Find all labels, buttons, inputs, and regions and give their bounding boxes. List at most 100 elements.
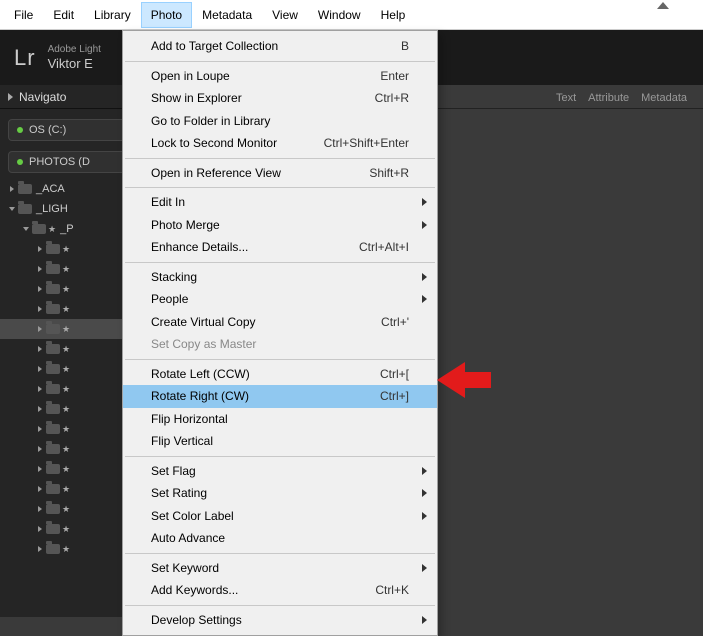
tree-row[interactable]: ★	[0, 399, 134, 419]
star-icon: ★	[62, 404, 70, 415]
drive-item[interactable]: PHOTOS (D	[8, 151, 126, 173]
tree-row[interactable]: ★	[0, 239, 134, 259]
disclosure-triangle-icon[interactable]	[38, 246, 42, 252]
folder-icon	[46, 424, 60, 434]
tree-row[interactable]: ★	[0, 459, 134, 479]
tree-row[interactable]: ★	[0, 519, 134, 539]
menu-edit[interactable]: Edit	[43, 2, 84, 28]
disclosure-triangle-icon[interactable]	[9, 207, 15, 211]
submenu-arrow-icon	[422, 221, 427, 229]
disclosure-triangle-icon[interactable]	[38, 326, 42, 332]
menu-item-edit-in[interactable]: Edit In	[123, 191, 437, 214]
menu-item-show-in-explorer[interactable]: Show in ExplorerCtrl+R	[123, 87, 437, 110]
menu-item-set-rating[interactable]: Set Rating	[123, 482, 437, 505]
menu-item-flip-vertical[interactable]: Flip Vertical	[123, 430, 437, 453]
tree-row[interactable]: _ACA	[0, 179, 134, 199]
menu-window[interactable]: Window	[308, 2, 371, 28]
menu-item-lock-to-second-monitor[interactable]: Lock to Second MonitorCtrl+Shift+Enter	[123, 132, 437, 155]
disclosure-triangle-icon[interactable]	[38, 386, 42, 392]
menu-item-label: Set Color Label	[151, 509, 234, 523]
menu-item-add-to-target-collection[interactable]: Add to Target CollectionB	[123, 35, 437, 58]
menu-view[interactable]: View	[262, 2, 308, 28]
star-icon: ★	[62, 544, 70, 555]
disclosure-triangle-icon[interactable]	[38, 526, 42, 532]
menu-shortcut: Ctrl+R	[375, 91, 409, 105]
star-icon: ★	[62, 364, 70, 375]
menu-item-rotate-left-ccw[interactable]: Rotate Left (CCW)Ctrl+[	[123, 363, 437, 386]
folder-icon	[46, 364, 60, 374]
disclosure-triangle-icon[interactable]	[10, 186, 14, 192]
folder-icon	[46, 464, 60, 474]
tree-row[interactable]: ★	[0, 419, 134, 439]
photo-menu-dropdown: Add to Target CollectionB Open in LoupeEn…	[122, 30, 438, 636]
star-icon: ★	[62, 324, 70, 335]
menu-item-enhance-details[interactable]: Enhance Details...Ctrl+Alt+I	[123, 236, 437, 259]
menu-help[interactable]: Help	[371, 2, 416, 28]
menu-item-open-in-loupe[interactable]: Open in LoupeEnter	[123, 65, 437, 88]
header-line2: Viktor E	[48, 56, 101, 73]
menu-item-rotate-right-cw[interactable]: Rotate Right (CW)Ctrl+]	[123, 385, 437, 408]
callout-arrow-icon	[437, 360, 491, 400]
disclosure-triangle-icon[interactable]	[23, 227, 29, 231]
menu-item-label: Open in Reference View	[151, 166, 281, 180]
navigator-panel-header[interactable]: Navigato	[0, 85, 134, 109]
disclosure-triangle-icon[interactable]	[38, 486, 42, 492]
menu-item-people[interactable]: People	[123, 288, 437, 311]
filter-tab-metadata[interactable]: Metadata	[635, 90, 693, 106]
disclosure-triangle-icon[interactable]	[38, 306, 42, 312]
menu-item-auto-advance[interactable]: Auto Advance	[123, 527, 437, 550]
menu-separator	[125, 553, 435, 554]
menu-item-set-keyword[interactable]: Set Keyword	[123, 557, 437, 580]
tree-row[interactable]: ★	[0, 499, 134, 519]
drive-item[interactable]: OS (C:)	[8, 119, 126, 141]
disclosure-triangle-icon[interactable]	[38, 346, 42, 352]
menu-item-set-flag[interactable]: Set Flag	[123, 460, 437, 483]
tree-row[interactable]: ★	[0, 479, 134, 499]
tree-row[interactable]: ★	[0, 279, 134, 299]
menu-shortcut: Ctrl+'	[381, 315, 409, 329]
tree-row[interactable]: ★	[0, 379, 134, 399]
menu-separator	[125, 61, 435, 62]
menu-shortcut: Ctrl+]	[380, 389, 409, 403]
menu-item-open-in-reference-view[interactable]: Open in Reference ViewShift+R	[123, 162, 437, 185]
menu-file[interactable]: File	[4, 2, 43, 28]
tree-row[interactable]: ★	[0, 259, 134, 279]
menu-metadata[interactable]: Metadata	[192, 2, 262, 28]
disclosure-triangle-icon[interactable]	[38, 466, 42, 472]
menu-item-go-to-folder-in-library[interactable]: Go to Folder in Library	[123, 110, 437, 133]
menu-item-label: Auto Advance	[151, 531, 225, 545]
disclosure-triangle-icon[interactable]	[38, 446, 42, 452]
tree-row[interactable]: ★	[0, 439, 134, 459]
menu-item-photo-merge[interactable]: Photo Merge	[123, 214, 437, 237]
menu-photo[interactable]: Photo	[141, 2, 192, 28]
disclosure-triangle-icon[interactable]	[38, 426, 42, 432]
tree-row[interactable]: ★	[0, 339, 134, 359]
disclosure-triangle-icon[interactable]	[38, 406, 42, 412]
disclosure-triangle-icon[interactable]	[38, 266, 42, 272]
tree-row[interactable]: ★_P	[0, 219, 134, 239]
menu-shortcut: Ctrl+Shift+Enter	[324, 136, 409, 150]
disclosure-triangle-icon[interactable]	[38, 286, 42, 292]
menu-item-stacking[interactable]: Stacking	[123, 266, 437, 289]
collapse-triangle-icon[interactable]	[657, 2, 669, 9]
menu-item-add-keywords[interactable]: Add Keywords...Ctrl+K	[123, 579, 437, 602]
menu-library[interactable]: Library	[84, 2, 141, 28]
disclosure-triangle-icon[interactable]	[38, 546, 42, 552]
menu-item-set-color-label[interactable]: Set Color Label	[123, 505, 437, 528]
tree-row[interactable]: _LIGH	[0, 199, 134, 219]
menu-item-label: Go to Folder in Library	[151, 114, 270, 128]
tree-row[interactable]: ★	[0, 319, 134, 339]
menu-item-flip-horizontal[interactable]: Flip Horizontal	[123, 408, 437, 431]
filter-tab-attribute[interactable]: Attribute	[582, 90, 635, 106]
disclosure-triangle-icon[interactable]	[38, 506, 42, 512]
menu-item-develop-settings[interactable]: Develop Settings	[123, 609, 437, 632]
menu-item-label: Enhance Details...	[151, 240, 248, 254]
tree-row[interactable]: ★	[0, 539, 134, 559]
star-icon: ★	[62, 524, 70, 535]
disclosure-triangle-icon[interactable]	[38, 366, 42, 372]
tree-row[interactable]: ★	[0, 299, 134, 319]
tree-row[interactable]: ★	[0, 359, 134, 379]
filter-tab-text[interactable]: Text	[550, 90, 582, 106]
menu-item-create-virtual-copy[interactable]: Create Virtual CopyCtrl+'	[123, 311, 437, 334]
star-icon: ★	[62, 504, 70, 515]
